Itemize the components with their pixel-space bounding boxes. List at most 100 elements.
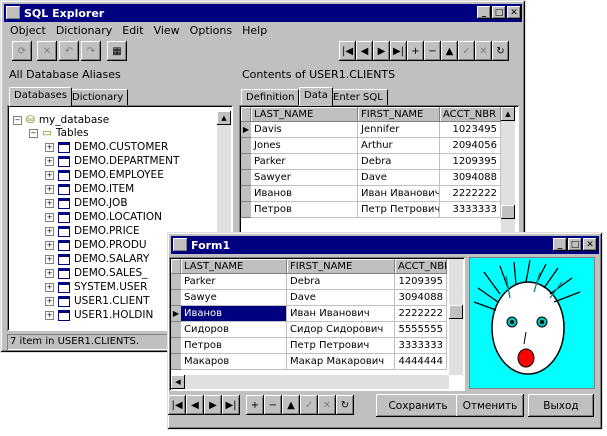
tree-tables-folder[interactable]: − ▭ Tables [29, 126, 89, 140]
expand-icon[interactable]: + [45, 170, 54, 180]
tree-table-item[interactable]: + DEMO.CUSTOMER [45, 140, 168, 154]
tab-dictionary[interactable]: Dictionary [67, 89, 129, 106]
expand-icon[interactable]: + [45, 212, 54, 222]
form-nav-next-icon[interactable]: ▶ [204, 395, 222, 415]
refresh-icon[interactable]: ⟳ [12, 41, 32, 61]
row-indicator[interactable] [171, 274, 181, 290]
form-nav-edit-icon[interactable]: ▲ [282, 395, 300, 415]
expand-icon[interactable]: + [45, 240, 54, 250]
nav-delete-icon[interactable]: − [424, 41, 441, 61]
expand-icon[interactable]: + [45, 282, 54, 292]
row-indicator[interactable] [171, 322, 181, 338]
nav-insert-icon[interactable]: + [407, 41, 424, 61]
row-indicator[interactable] [241, 138, 251, 154]
table-cell[interactable]: Сидоров [181, 322, 287, 338]
tab-data[interactable]: Data [299, 87, 333, 106]
query-icon[interactable]: ▦ [107, 41, 127, 61]
app-icon[interactable] [6, 6, 20, 19]
table-cell[interactable]: Макаров [181, 354, 287, 370]
table-cell[interactable]: Jennifer [358, 122, 440, 138]
nav-cancel-icon[interactable]: ✕ [475, 41, 492, 61]
table-cell[interactable]: Петр Петрович [358, 202, 440, 218]
menu-view[interactable]: View [154, 23, 180, 39]
redo-icon[interactable]: ↷ [81, 41, 101, 61]
table-cell[interactable]: Макар Макарович [287, 354, 395, 370]
cancel-button[interactable]: Отменить [456, 394, 524, 417]
table-cell[interactable]: Петров [181, 338, 287, 354]
table-cell[interactable]: Sawyer [251, 170, 358, 186]
collapse-icon[interactable]: − [13, 115, 22, 125]
row-indicator[interactable] [241, 202, 251, 218]
minimize-button[interactable]: _ [553, 238, 567, 251]
nav-next-icon[interactable]: ▶ [373, 41, 390, 61]
tree-table-item[interactable]: + DEMO.DEPARTMENT [45, 154, 179, 168]
menu-options[interactable]: Options [190, 23, 232, 39]
expand-icon[interactable]: + [45, 296, 54, 306]
scroll-up-icon[interactable]: ▲ [217, 111, 231, 125]
table-cell[interactable]: Parker [251, 154, 358, 170]
expand-icon[interactable]: + [45, 156, 54, 166]
col-header-first-name[interactable]: FIRST_NAME [358, 107, 440, 122]
scroll-thumb[interactable] [449, 305, 463, 319]
minimize-button[interactable]: _ [477, 6, 491, 19]
row-indicator[interactable] [171, 338, 181, 354]
table-cell[interactable]: Arthur [358, 138, 440, 154]
menu-object[interactable]: Object [10, 23, 46, 39]
table-cell[interactable]: 2222222 [440, 186, 501, 202]
tree-root[interactable]: − ⛁ my_database [13, 113, 109, 127]
table-cell[interactable]: 2094056 [440, 138, 501, 154]
menu-help[interactable]: Help [242, 23, 267, 39]
table-cell[interactable]: 3094088 [440, 170, 501, 186]
close-button[interactable]: ✕ [583, 238, 597, 251]
row-indicator[interactable] [241, 186, 251, 202]
table-cell[interactable]: 3333333 [395, 338, 447, 354]
row-indicator[interactable] [171, 354, 181, 370]
table-cell[interactable]: Debra [287, 274, 395, 290]
nav-prior-icon[interactable]: ◀ [356, 41, 373, 61]
maximize-button[interactable]: □ [492, 6, 506, 19]
table-cell[interactable]: Петров [251, 202, 358, 218]
table-cell[interactable]: 1023495 [440, 122, 501, 138]
table-cell[interactable]: Debra [358, 154, 440, 170]
table-cell[interactable]: Иван Иванович [287, 306, 395, 322]
form-nav-insert-icon[interactable]: + [246, 395, 264, 415]
tree-table-item[interactable]: + DEMO.PRODU [45, 238, 147, 252]
menu-dictionary[interactable]: Dictionary [56, 23, 112, 39]
table-cell[interactable]: 1209395 [395, 274, 447, 290]
nav-last-icon[interactable]: ▶| [390, 41, 407, 61]
table-cell[interactable]: Sawye [181, 290, 287, 306]
col-header-last-name[interactable]: LAST_NAME [251, 107, 358, 122]
table-cell[interactable]: Иван Иванович [358, 186, 440, 202]
row-indicator[interactable] [241, 170, 251, 186]
table-cell[interactable]: 4444444 [395, 354, 447, 370]
nav-refresh-icon[interactable]: ↻ [492, 41, 509, 61]
expand-icon[interactable]: + [45, 184, 54, 194]
nav-post-icon[interactable]: ✓ [458, 41, 475, 61]
table-cell[interactable]: Петр Петрович [287, 338, 395, 354]
expand-icon[interactable]: + [45, 226, 54, 236]
table-cell[interactable]: 5555555 [395, 322, 447, 338]
expand-icon[interactable]: + [45, 268, 54, 278]
table-cell[interactable]: Иванов [251, 186, 358, 202]
form-nav-cancel-icon[interactable]: ✕ [318, 395, 336, 415]
tab-definition[interactable]: Definition [241, 89, 300, 106]
nav-edit-icon[interactable]: ▲ [441, 41, 458, 61]
tree-table-item[interactable]: + DEMO.PRICE [45, 224, 140, 238]
save-button[interactable]: Сохранить [376, 394, 460, 417]
table-cell[interactable]: Jones [251, 138, 358, 154]
table-cell[interactable]: 2222222 [395, 306, 447, 322]
nav-first-icon[interactable]: |◀ [339, 41, 356, 61]
tree-table-item[interactable]: + SYSTEM.USER [45, 280, 147, 294]
tree-table-item[interactable]: + USER1.CLIENT [45, 294, 149, 308]
form-nav-last-icon[interactable]: ▶| [222, 395, 240, 415]
tab-enter-sql[interactable]: Enter SQL [328, 89, 388, 106]
table-cell[interactable]: 3094088 [395, 290, 447, 306]
scroll-left-icon[interactable]: ◀ [171, 375, 185, 389]
row-indicator[interactable]: ▶ [171, 306, 181, 322]
form-grid-scrollbar[interactable] [449, 259, 463, 375]
tree-table-item[interactable]: + DEMO.SALARY [45, 252, 149, 266]
tab-databases[interactable]: Databases [9, 87, 72, 106]
form-grid-hscrollbar[interactable]: ◀ [171, 375, 449, 389]
expand-icon[interactable]: + [45, 310, 54, 320]
table-cell[interactable]: Dave [358, 170, 440, 186]
